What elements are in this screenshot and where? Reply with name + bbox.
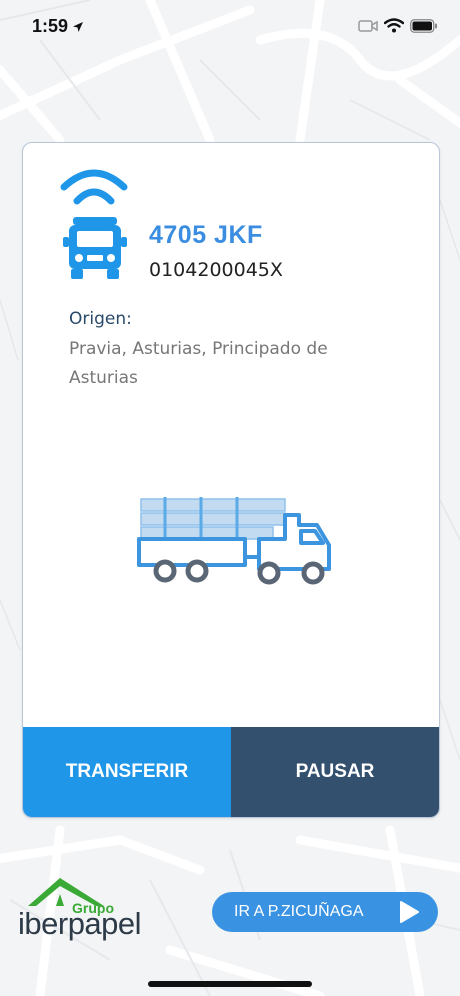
goto-destination-label: IR A P.ZICUÑAGA — [234, 903, 364, 920]
logo-name-text: iberpapel — [18, 906, 142, 941]
signal-icon — [60, 169, 128, 205]
pause-button[interactable]: PAUSAR — [231, 727, 439, 817]
log-truck-illustration — [137, 497, 331, 585]
vehicle-card: 4705 JKF 0104200045X Origen: Pravia, Ast… — [22, 142, 440, 818]
battery-icon — [410, 18, 437, 33]
status-time: 1:59 — [32, 16, 69, 36]
origin-label: Origen: — [69, 309, 132, 329]
truck-front-icon — [63, 217, 127, 279]
origin-value: Pravia, Asturias, Principado de Asturias — [69, 339, 328, 388]
camera-indicator-icon — [358, 19, 378, 32]
wifi-icon — [384, 18, 404, 33]
vehicle-code: 0104200045X — [149, 259, 283, 281]
iberpapel-logo: Grupo iberpapel — [18, 876, 148, 946]
status-icons — [358, 18, 438, 33]
vehicle-plate: 4705 JKF — [149, 221, 263, 249]
status-bar: 1:59 — [0, 0, 460, 56]
location-arrow-icon — [73, 22, 83, 32]
home-indicator — [148, 981, 312, 987]
play-icon — [400, 901, 419, 923]
goto-destination-button[interactable]: IR A P.ZICUÑAGA — [212, 892, 438, 932]
transfer-button[interactable]: TRANSFERIR — [23, 727, 231, 817]
